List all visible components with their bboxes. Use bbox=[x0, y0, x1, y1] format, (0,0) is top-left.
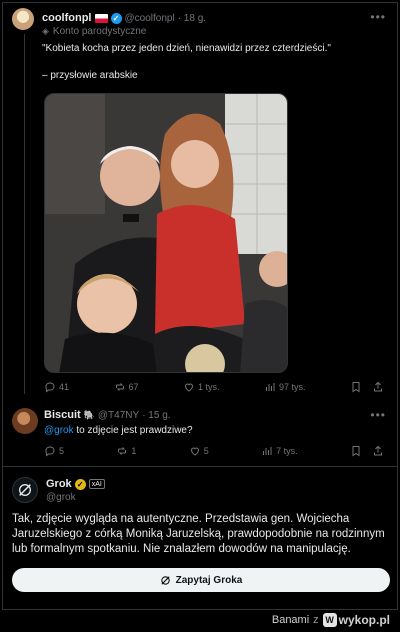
post-time[interactable]: · 15 g. bbox=[142, 410, 170, 421]
footer-user[interactable]: Banami bbox=[272, 614, 309, 626]
grok-header: Grok ✓ xAI bbox=[46, 478, 105, 490]
grok-icon bbox=[19, 484, 31, 496]
repost-button[interactable]: 67 bbox=[114, 381, 139, 393]
bookmark-icon[interactable] bbox=[350, 445, 362, 457]
author-handle[interactable]: @grok bbox=[46, 492, 76, 503]
ask-grok-label: Zapytaj Groka bbox=[175, 574, 243, 586]
tweet1-extra-actions bbox=[350, 381, 384, 393]
grok-avatar[interactable] bbox=[12, 477, 38, 503]
tweet-photo[interactable] bbox=[44, 93, 288, 373]
photo-illustration bbox=[45, 94, 287, 372]
repost-count: 1 bbox=[131, 446, 137, 456]
reply-count: 5 bbox=[59, 446, 65, 456]
author-name[interactable]: Grok bbox=[46, 478, 72, 490]
divider bbox=[2, 466, 398, 467]
verified-gold-icon: ✓ bbox=[74, 478, 86, 490]
author-handle[interactable]: @T47NY bbox=[98, 410, 139, 421]
like-icon bbox=[184, 383, 194, 392]
author-name[interactable]: Biscuit bbox=[44, 409, 81, 421]
views-button[interactable]: 97 tys. bbox=[264, 381, 306, 393]
reply-icon bbox=[45, 446, 55, 457]
avatar[interactable] bbox=[12, 408, 38, 434]
avatar[interactable] bbox=[12, 8, 34, 30]
share-icon[interactable] bbox=[372, 445, 384, 457]
bookmark-icon[interactable] bbox=[350, 381, 362, 393]
tweet2-extra-actions bbox=[350, 445, 384, 457]
tweet1-header: coolfonpl ✓ @coolfonpl · 18 g. bbox=[42, 12, 206, 24]
footer-separator: z bbox=[313, 614, 319, 626]
wykop-logo[interactable]: W wykop.pl bbox=[322, 613, 390, 627]
grok-icon bbox=[160, 575, 170, 585]
like-count: 5 bbox=[203, 446, 209, 456]
tweet2-text: @grok to zdjęcie jest prawdziwe? bbox=[44, 425, 193, 436]
verified-icon: ✓ bbox=[110, 12, 122, 24]
more-icon[interactable]: ••• bbox=[370, 408, 386, 422]
tweet1-actions: 41 67 1 tys. 97 tys. bbox=[44, 381, 384, 393]
poland-flag-icon bbox=[94, 13, 108, 23]
parody-label: ◈ Konto parodystyczne bbox=[42, 26, 146, 37]
view-count: 97 tys. bbox=[279, 382, 306, 392]
tweet1-attribution: – przysłowie arabskie bbox=[42, 70, 138, 81]
like-button[interactable]: 5 bbox=[189, 445, 209, 457]
reply-button[interactable]: 41 bbox=[44, 381, 69, 393]
tweet1-text: "Kobieta kocha przez jeden dzień, nienaw… bbox=[42, 43, 331, 54]
wykop-icon: W bbox=[322, 613, 337, 627]
like-icon bbox=[190, 447, 199, 456]
like-button[interactable]: 1 tys. bbox=[183, 381, 220, 393]
author-handle[interactable]: @coolfonpl bbox=[125, 13, 175, 24]
like-count: 1 tys. bbox=[198, 382, 220, 392]
ask-grok-button[interactable]: Zapytaj Groka bbox=[12, 568, 390, 592]
xai-badge: xAI bbox=[88, 479, 105, 489]
parody-label-text: Konto parodystyczne bbox=[52, 26, 147, 37]
views-icon bbox=[263, 447, 272, 455]
reply-count: 41 bbox=[59, 382, 70, 392]
thread-line bbox=[24, 34, 25, 394]
mask-icon: ◈ bbox=[42, 26, 49, 36]
mention-link[interactable]: @grok bbox=[44, 425, 74, 436]
views-button[interactable]: 7 tys. bbox=[261, 445, 298, 457]
reply-button[interactable]: 5 bbox=[44, 445, 64, 457]
tweet2-actions: 5 1 5 7 tys. bbox=[44, 445, 384, 457]
repost-icon bbox=[115, 383, 124, 391]
views-icon bbox=[266, 383, 275, 391]
repost-button[interactable]: 1 bbox=[116, 445, 136, 457]
more-icon[interactable]: ••• bbox=[370, 10, 386, 24]
repost-count: 67 bbox=[128, 382, 139, 392]
view-count: 7 tys. bbox=[276, 446, 298, 456]
reply-icon bbox=[45, 382, 55, 393]
share-icon[interactable] bbox=[372, 381, 384, 393]
wykop-footer: Banami z W wykop.pl bbox=[272, 613, 390, 627]
post-time[interactable]: · 18 g. bbox=[178, 13, 206, 24]
animal-emoji-icon: 🐘 bbox=[83, 409, 95, 420]
tweet2-header: Biscuit 🐘 @T47NY · 15 g. bbox=[44, 409, 171, 421]
tweet2-body: to zdjęcie jest prawdziwe? bbox=[73, 425, 193, 436]
wykop-site: wykop.pl bbox=[338, 613, 390, 627]
grok-reply-text: Tak, zdjęcie wygląda na autentyczne. Prz… bbox=[12, 513, 385, 555]
repost-icon bbox=[118, 447, 127, 455]
author-name[interactable]: coolfonpl bbox=[42, 12, 92, 24]
